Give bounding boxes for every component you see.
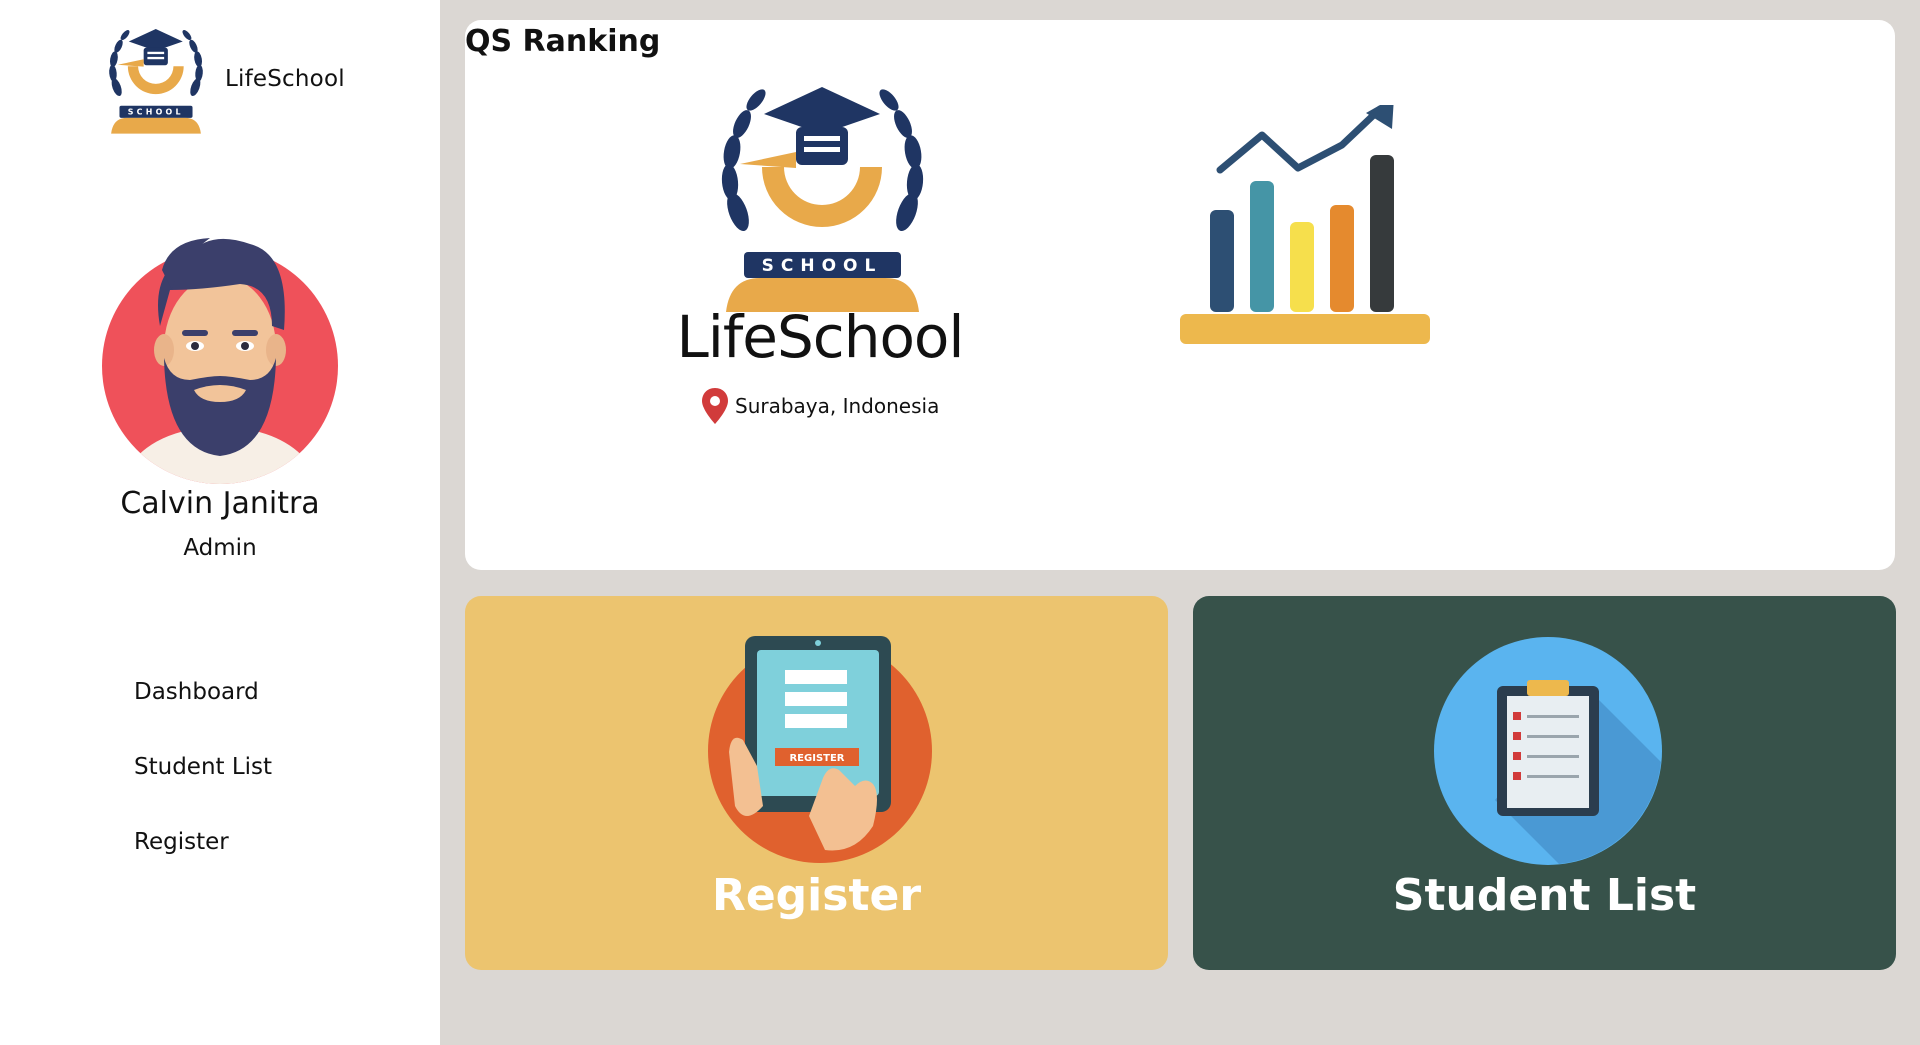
sidebar-item-student-list[interactable]: Student List: [134, 749, 272, 824]
sidebar-nav: Dashboard Student List Register: [134, 674, 272, 899]
school-location: Surabaya, Indonesia: [701, 387, 939, 425]
qs-ranking-card: QS Ranking SCHOOL LifeSchool Surabaya, I…: [465, 20, 1895, 570]
ranking-title: QS Ranking: [465, 24, 661, 59]
student-list-tile-label: Student List: [1392, 870, 1697, 921]
user-role: Admin: [183, 535, 257, 561]
brand-name: LifeSchool: [225, 66, 345, 92]
brand[interactable]: SCHOOL LifeSchool: [95, 22, 345, 136]
tablet-register-icon: REGISTER: [708, 636, 932, 863]
user-name: Calvin Janitra: [120, 486, 320, 521]
sidebar-item-dashboard[interactable]: Dashboard: [134, 674, 272, 749]
svg-text:SCHOOL: SCHOOL: [762, 256, 883, 276]
register-tile-label: Register: [711, 870, 922, 921]
avatar: [102, 238, 338, 484]
clipboard-checklist-icon: [1434, 637, 1662, 865]
map-pin-icon: [702, 388, 728, 424]
register-tile[interactable]: REGISTER Register: [465, 596, 1168, 970]
school-emblem-icon: SCHOOL: [721, 87, 924, 312]
sidebar: SCHOOL LifeSchool Calvin Janitra Admin D…: [0, 0, 440, 1045]
sidebar-item-register[interactable]: Register: [134, 824, 272, 899]
school-emblem-icon: SCHOOL: [109, 28, 203, 134]
growth-bar-chart-icon: [1180, 105, 1430, 344]
svg-text:SCHOOL: SCHOOL: [128, 108, 184, 117]
svg-text:REGISTER: REGISTER: [789, 753, 844, 764]
school-name: LifeSchool: [676, 303, 964, 371]
location-text: Surabaya, Indonesia: [735, 394, 940, 418]
student-list-tile[interactable]: Student List: [1193, 596, 1896, 970]
